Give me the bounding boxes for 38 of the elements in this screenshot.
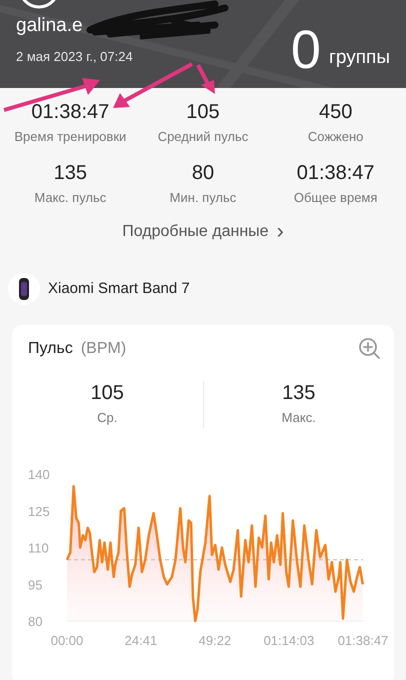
stat-label: Макс. пульс <box>33 188 108 207</box>
chevron-icon: › <box>276 220 284 242</box>
device-name[interactable]: Xiaomi Smart Band 7 <box>48 278 190 300</box>
x-axis-label: 00:00 <box>50 632 84 648</box>
zoom-in-icon[interactable] <box>358 337 380 359</box>
group-count: 0 <box>290 23 321 77</box>
account-email: galina.e <box>16 14 84 38</box>
details-link[interactable]: Подробные данные › <box>116 219 290 245</box>
y-axis-label: 125 <box>28 503 50 518</box>
summary-label: Макс. <box>280 409 317 427</box>
unit-label: (BPM) <box>80 339 126 359</box>
stat-value: 80 <box>190 160 216 184</box>
x-axis-label: 49:22 <box>198 632 232 648</box>
stat-value: 450 <box>318 100 354 124</box>
group-label: группы <box>328 46 390 70</box>
y-axis-label: 95 <box>28 576 42 592</box>
y-axis-label: 110 <box>28 540 49 555</box>
workout-date: 2 мая 2023 г., 07:24 <box>16 48 133 66</box>
summary-value: 135 <box>281 381 316 405</box>
stat-value: 105 <box>185 100 221 124</box>
y-axis-label: 140 <box>28 466 50 482</box>
stat-value: 135 <box>52 160 88 184</box>
summary-value: 105 <box>90 381 125 405</box>
stat-value: 01:38:47 <box>30 100 110 124</box>
fitness-band-icon <box>8 273 40 305</box>
stat-value: 01:38:47 <box>296 160 376 184</box>
stat-label: Сожжено <box>306 128 364 146</box>
y-axis-label: 80 <box>28 614 42 628</box>
stat-label: Время тренировки <box>13 128 128 146</box>
summary-label: Ср. <box>96 409 118 427</box>
x-axis-label: 24:41 <box>124 632 158 648</box>
x-axis-label: 01:38:47 <box>338 632 388 648</box>
stat-label: Мин. пульс <box>168 188 238 207</box>
card-title: Пульс <box>28 339 73 359</box>
x-axis-label: 01:14:03 <box>264 632 314 648</box>
stat-label: Средний пульс <box>156 128 250 146</box>
annotation-arrow <box>196 64 215 94</box>
stat-label: Общее время <box>292 188 378 207</box>
